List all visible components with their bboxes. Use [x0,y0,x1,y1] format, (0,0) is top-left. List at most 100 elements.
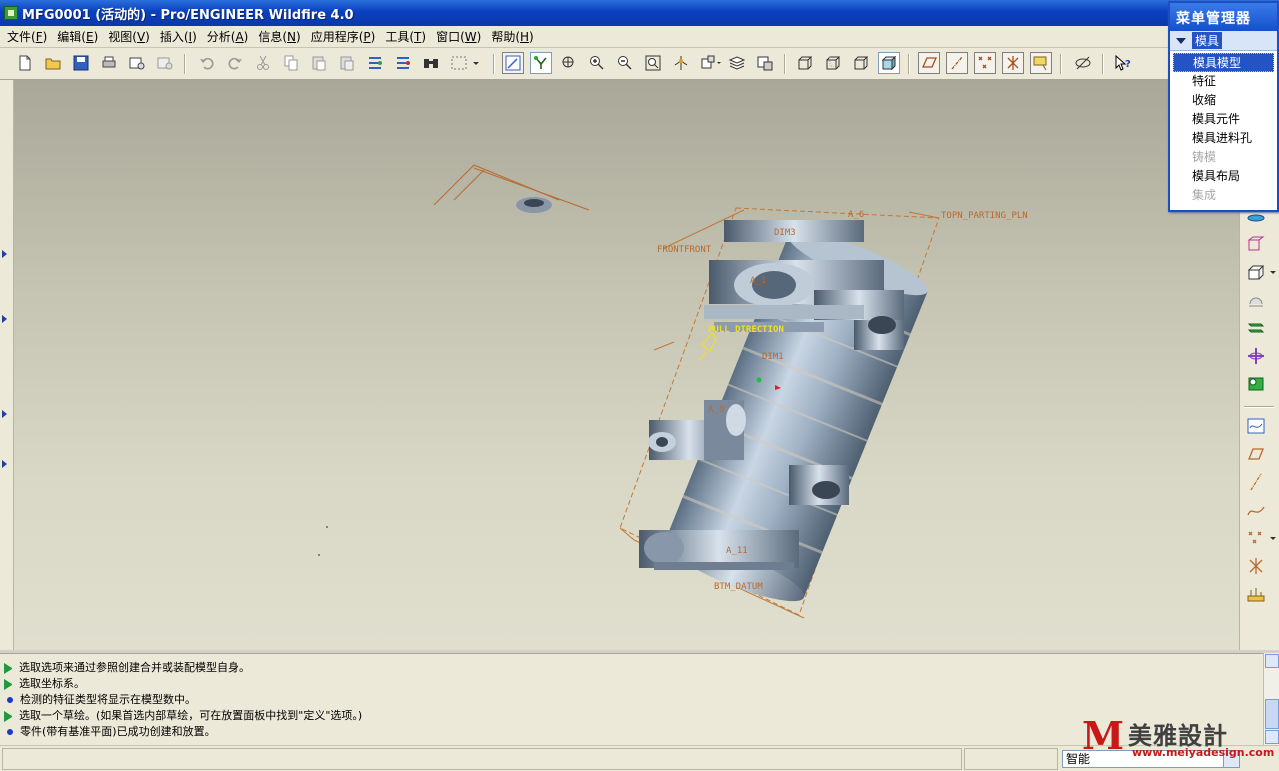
open-folder-icon[interactable] [42,52,64,74]
coordinate-system-display-icon[interactable] [1002,52,1024,74]
save-icon[interactable] [70,52,92,74]
hide-icon[interactable] [1072,52,1094,74]
no-hidden-icon[interactable] [850,52,872,74]
prompt-arrow-icon [4,662,15,674]
annotation-display-icon[interactable] [1030,52,1052,74]
context-help-icon[interactable]: ? [1112,52,1134,74]
csys-tool-icon[interactable] [1243,554,1269,578]
collapse-triangle-icon[interactable] [1176,37,1186,44]
message-line: 选取坐标系。 [0,676,1263,692]
plane-tool-icon[interactable] [1243,442,1269,466]
menu-edit[interactable]: 编辑(E) [52,26,103,47]
wireframe-icon[interactable] [794,52,816,74]
cut-icon[interactable] [252,52,274,74]
surface-tool-icon[interactable] [1243,232,1269,256]
menu-analysis[interactable]: 分析(A) [202,26,254,47]
menu-manager-section-mold[interactable]: 模具 [1170,31,1277,51]
axis-a9-label[interactable]: A_9 [708,405,724,415]
bottom-flange[interactable] [639,530,799,570]
spin-center-icon[interactable] [530,52,552,74]
menu-item-feature[interactable]: 特征 [1173,72,1274,91]
find-icon[interactable] [420,52,442,74]
menu-item-mold-model[interactable]: 模具模型 [1173,53,1274,72]
scroll-up-icon[interactable] [1265,654,1279,668]
reorient-icon[interactable] [670,52,692,74]
split-tool-icon[interactable] [1243,344,1269,368]
paste-special-icon[interactable] [336,52,358,74]
sketch-tool-icon[interactable] [1243,414,1269,438]
datum-point-display-icon[interactable] [974,52,996,74]
toolbar-separator [908,54,910,74]
parting-plane-label[interactable]: TOPN_PARTING_PLN [941,211,1028,221]
left-collapse-strip[interactable] [0,80,14,650]
send-link-icon[interactable] [154,52,176,74]
menu-view[interactable]: 视图(V) [103,26,155,47]
status-text-cell [2,748,962,770]
axis-a6-label[interactable]: A_6 [848,210,864,220]
orient-mode-icon[interactable] [558,52,580,74]
view-manager-icon[interactable] [754,52,776,74]
sweep-tool-icon[interactable] [1243,316,1269,340]
sketch-icon[interactable] [502,52,524,74]
new-file-icon[interactable] [14,52,36,74]
expand-arrow-icon[interactable] [2,315,7,323]
dim1-label[interactable]: DIM1 [762,352,784,362]
axis-a11-label[interactable]: A_11 [726,546,748,556]
print-icon[interactable] [98,52,120,74]
status-cell [964,748,1058,770]
axis-a1-label[interactable]: A_1 [750,276,766,286]
front-datum-plane[interactable] [433,164,590,211]
small-boss-top-left[interactable] [516,197,552,213]
bottom-datum-label[interactable]: BTM_DATUM [714,582,763,592]
shading-icon[interactable] [878,52,900,74]
mold-model-drawing[interactable] [14,80,1239,650]
revolve-tool-icon[interactable] [1243,288,1269,312]
menu-info[interactable]: 信息(N) [253,26,305,47]
regen-manager-icon[interactable] [392,52,414,74]
menu-tools[interactable]: 工具(T) [380,26,431,47]
datum-axis-display-icon[interactable] [946,52,968,74]
zoom-out-icon[interactable] [614,52,636,74]
menu-insert[interactable]: 插入(I) [155,26,202,47]
datum-plane-display-icon[interactable] [918,52,940,74]
pull-direction-arrow[interactable] [699,331,717,361]
extrude-tool-icon[interactable] [1243,260,1279,284]
origin-point-marker [756,377,762,383]
menu-applications[interactable]: 应用程序(P) [306,26,381,47]
menu-item-mold-component[interactable]: 模具元件 [1173,110,1274,129]
menu-help[interactable]: 帮助(H) [486,26,538,47]
pull-direction-label[interactable]: PULL DIRECTION [708,325,784,335]
menu-file[interactable]: 文件(F) [2,26,52,47]
redo-icon[interactable] [224,52,246,74]
expand-arrow-icon[interactable] [2,410,7,418]
layers-icon[interactable] [726,52,748,74]
paste-icon[interactable] [308,52,330,74]
copy-icon[interactable] [280,52,302,74]
side-boss-right[interactable] [789,465,849,505]
expand-arrow-icon[interactable] [2,250,7,258]
curve-tool-icon[interactable] [1243,498,1269,522]
main-toolbar: ? [0,48,1279,80]
send-mail-icon[interactable] [126,52,148,74]
selection-mode-dropdown[interactable] [448,52,482,74]
watermark-url: www.meiyadesign.com [1132,746,1275,759]
menu-item-shrinkage[interactable]: 收缩 [1173,91,1274,110]
dim3-label[interactable]: DIM3 [774,228,796,238]
menu-item-mold-opening[interactable]: 模具进料孔 [1173,129,1274,148]
front-plane-label[interactable]: FRONTFRONT [657,245,711,255]
axis-tool-icon[interactable] [1243,470,1269,494]
mold-volume-tool-icon[interactable] [1243,372,1269,396]
hidden-line-icon[interactable] [822,52,844,74]
zoom-in-icon[interactable] [586,52,608,74]
undo-icon[interactable] [196,52,218,74]
regenerate-icon[interactable] [364,52,386,74]
graphics-viewport[interactable]: TOPN_PARTING_PLN FRONTFRONT DIM3 A_6 A_1… [14,80,1239,650]
menu-window[interactable]: 窗口(W) [431,26,486,47]
menu-item-mold-layout[interactable]: 模具布局 [1173,167,1274,186]
saved-views-icon[interactable] [698,52,724,74]
analysis-tool-icon[interactable] [1243,582,1269,606]
point-tool-icon[interactable] [1243,526,1279,550]
side-boss-left[interactable] [648,400,746,460]
refit-icon[interactable] [642,52,664,74]
expand-arrow-icon[interactable] [2,460,7,468]
